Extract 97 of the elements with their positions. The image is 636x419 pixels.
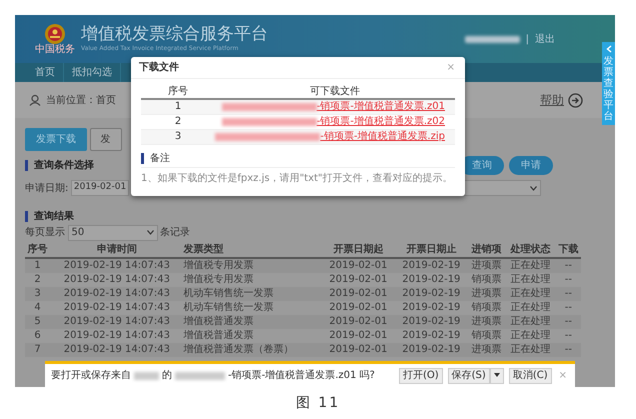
query-button[interactable]: 申请 bbox=[509, 156, 553, 175]
table-cell: 2019-02-19 14:07:43 bbox=[50, 315, 184, 329]
table-cell: 2019-02-19 14:07:43 bbox=[50, 343, 184, 357]
date-field[interactable]: 2019-02-01 bbox=[70, 180, 130, 196]
table-cell: 2019-02-19 bbox=[394, 315, 468, 329]
bar-button[interactable]: 取消(C) bbox=[508, 368, 552, 384]
table-cell: 2019-02-19 bbox=[394, 287, 468, 301]
download-prompt-text: 要打开或保存来自 bbox=[51, 368, 131, 383]
table-cell: 进项票 bbox=[468, 287, 506, 301]
table-cell: 进项票 bbox=[468, 343, 506, 357]
table-cell: 正在处理 bbox=[506, 329, 556, 343]
table-cell: 销项票 bbox=[468, 273, 506, 287]
table-cell: 正在处理 bbox=[506, 273, 556, 287]
logout-link[interactable]: 退出 bbox=[535, 32, 555, 46]
figure-caption: 图 11 bbox=[294, 394, 342, 413]
table-cell: 增值税普通发票 bbox=[184, 329, 322, 343]
side-tab[interactable]: 发票查验平台 bbox=[602, 42, 615, 125]
section-title: 查询结果 bbox=[25, 211, 593, 222]
separator-text: | bbox=[526, 32, 529, 46]
dialog-title: 下载文件 bbox=[139, 60, 179, 75]
table-cell: 2019-02-19 14:07:43 bbox=[50, 329, 184, 343]
save-button[interactable]: 保存(S) bbox=[448, 368, 490, 384]
table-cell: 2019-02-19 bbox=[394, 273, 468, 287]
table-cell: -- bbox=[556, 343, 581, 357]
table-cell: 2019-02-01 bbox=[322, 329, 395, 343]
table-cell: 正在处理 bbox=[506, 301, 556, 315]
table-cell: 4 bbox=[25, 301, 50, 315]
caret-icon bbox=[494, 372, 500, 377]
table-cell: 2019-02-19 14:07:43 bbox=[50, 287, 184, 301]
table-cell: 增值税普通发票（卷票） bbox=[184, 343, 322, 357]
table-cell: 7 bbox=[25, 343, 50, 357]
table-cell: 2019-02-19 14:07:43 bbox=[50, 273, 184, 287]
table-cell: 2019-02-01 bbox=[322, 273, 395, 287]
table-cell: 机动车销售统一发票 bbox=[184, 287, 322, 301]
chevron-down-icon bbox=[146, 230, 154, 235]
date-label: 申请日期: bbox=[25, 182, 68, 196]
table-cell: 销项票 bbox=[468, 329, 506, 343]
page-size-select[interactable]: 50 bbox=[68, 224, 158, 240]
notes-text: 1、如果下载的文件是fpxz.js，请用"txt"打开文件，查看对应的提示。 bbox=[141, 172, 454, 186]
section-title: 查询条件选择 bbox=[25, 160, 94, 171]
table-cell: -- bbox=[556, 315, 581, 329]
table-cell: 正在处理 bbox=[506, 287, 556, 301]
table-cell: -- bbox=[556, 301, 581, 315]
notes-title: 备注 bbox=[141, 153, 455, 164]
chevron-down-icon bbox=[530, 186, 537, 190]
close-button[interactable]: × bbox=[556, 370, 569, 380]
table-cell: 增值税专用发票 bbox=[184, 273, 322, 287]
table-cell: 正在处理 bbox=[506, 258, 556, 273]
table-cell: 2019-02-19 bbox=[394, 329, 468, 343]
table-cell: 2019-02-19 14:07:43 bbox=[50, 301, 184, 315]
arrow-circle-icon[interactable] bbox=[568, 92, 583, 108]
table-cell: 2019-02-01 bbox=[322, 258, 395, 273]
redacted-username bbox=[464, 36, 520, 42]
table-cell: 2 bbox=[25, 273, 50, 287]
redacted-filename bbox=[175, 372, 225, 380]
dropdown-button[interactable] bbox=[490, 368, 504, 384]
table-cell: 增值税专用发票 bbox=[184, 258, 322, 273]
action-tab[interactable]: 发票下载 bbox=[25, 128, 87, 151]
chevron-left-icon bbox=[606, 45, 612, 53]
platform-title: 增值税发票综合服务平台 bbox=[81, 25, 268, 44]
redacted-site bbox=[134, 372, 159, 380]
table-cell: 增值税普通发票 bbox=[184, 315, 322, 329]
help-link[interactable]: 帮助 bbox=[540, 91, 601, 109]
breadcrumb-text: 当前位置：首页 bbox=[46, 94, 116, 108]
table-cell: 机动车销售统一发票 bbox=[184, 301, 322, 315]
table-cell: -- bbox=[556, 273, 581, 287]
emblem-icon bbox=[44, 23, 66, 45]
page-size-label: 每页显示 bbox=[25, 226, 65, 240]
table-cell: 1 bbox=[25, 258, 50, 273]
table-cell: 2019-02-19 bbox=[394, 343, 468, 357]
close-button[interactable]: × bbox=[444, 62, 457, 72]
table-cell: 销项票 bbox=[468, 301, 506, 315]
download-prompt-text: 的 bbox=[162, 369, 172, 383]
records-label: 条记录 bbox=[160, 226, 190, 240]
table-cell: 2019-02-01 bbox=[322, 287, 395, 301]
table-cell: 正在处理 bbox=[506, 343, 556, 357]
table-cell: 2019-02-19 14:07:43 bbox=[50, 258, 184, 273]
file-link[interactable]: -销项票-增值税普通发票.z02 bbox=[316, 115, 445, 129]
table-cell: 2019-02-01 bbox=[322, 315, 395, 329]
table-cell: 6 bbox=[25, 329, 50, 343]
table-cell: -- bbox=[556, 287, 581, 301]
table-cell: 2019-02-19 bbox=[394, 301, 468, 315]
table-cell: 5 bbox=[25, 315, 50, 329]
table-cell: 进项票 bbox=[468, 315, 506, 329]
table-cell: 3 bbox=[141, 130, 216, 144]
table-cell: 2019-02-19 bbox=[394, 258, 468, 273]
table-cell: 3 bbox=[25, 287, 50, 301]
action-tab[interactable]: 发 bbox=[90, 128, 122, 151]
table-cell: 进项票 bbox=[468, 258, 506, 273]
table-cell: 正在处理 bbox=[506, 315, 556, 329]
table-cell: 2019-02-01 bbox=[322, 343, 395, 357]
download-prompt-text: -销项票-增值税普通发票.z01 吗? bbox=[228, 368, 375, 383]
bar-button[interactable]: 打开(O) bbox=[398, 368, 443, 384]
table-cell: 2019-02-01 bbox=[322, 301, 395, 315]
table-cell: -- bbox=[556, 329, 581, 343]
table-cell: 1 bbox=[141, 99, 216, 114]
logo-text: 中国税务 bbox=[35, 45, 75, 55]
